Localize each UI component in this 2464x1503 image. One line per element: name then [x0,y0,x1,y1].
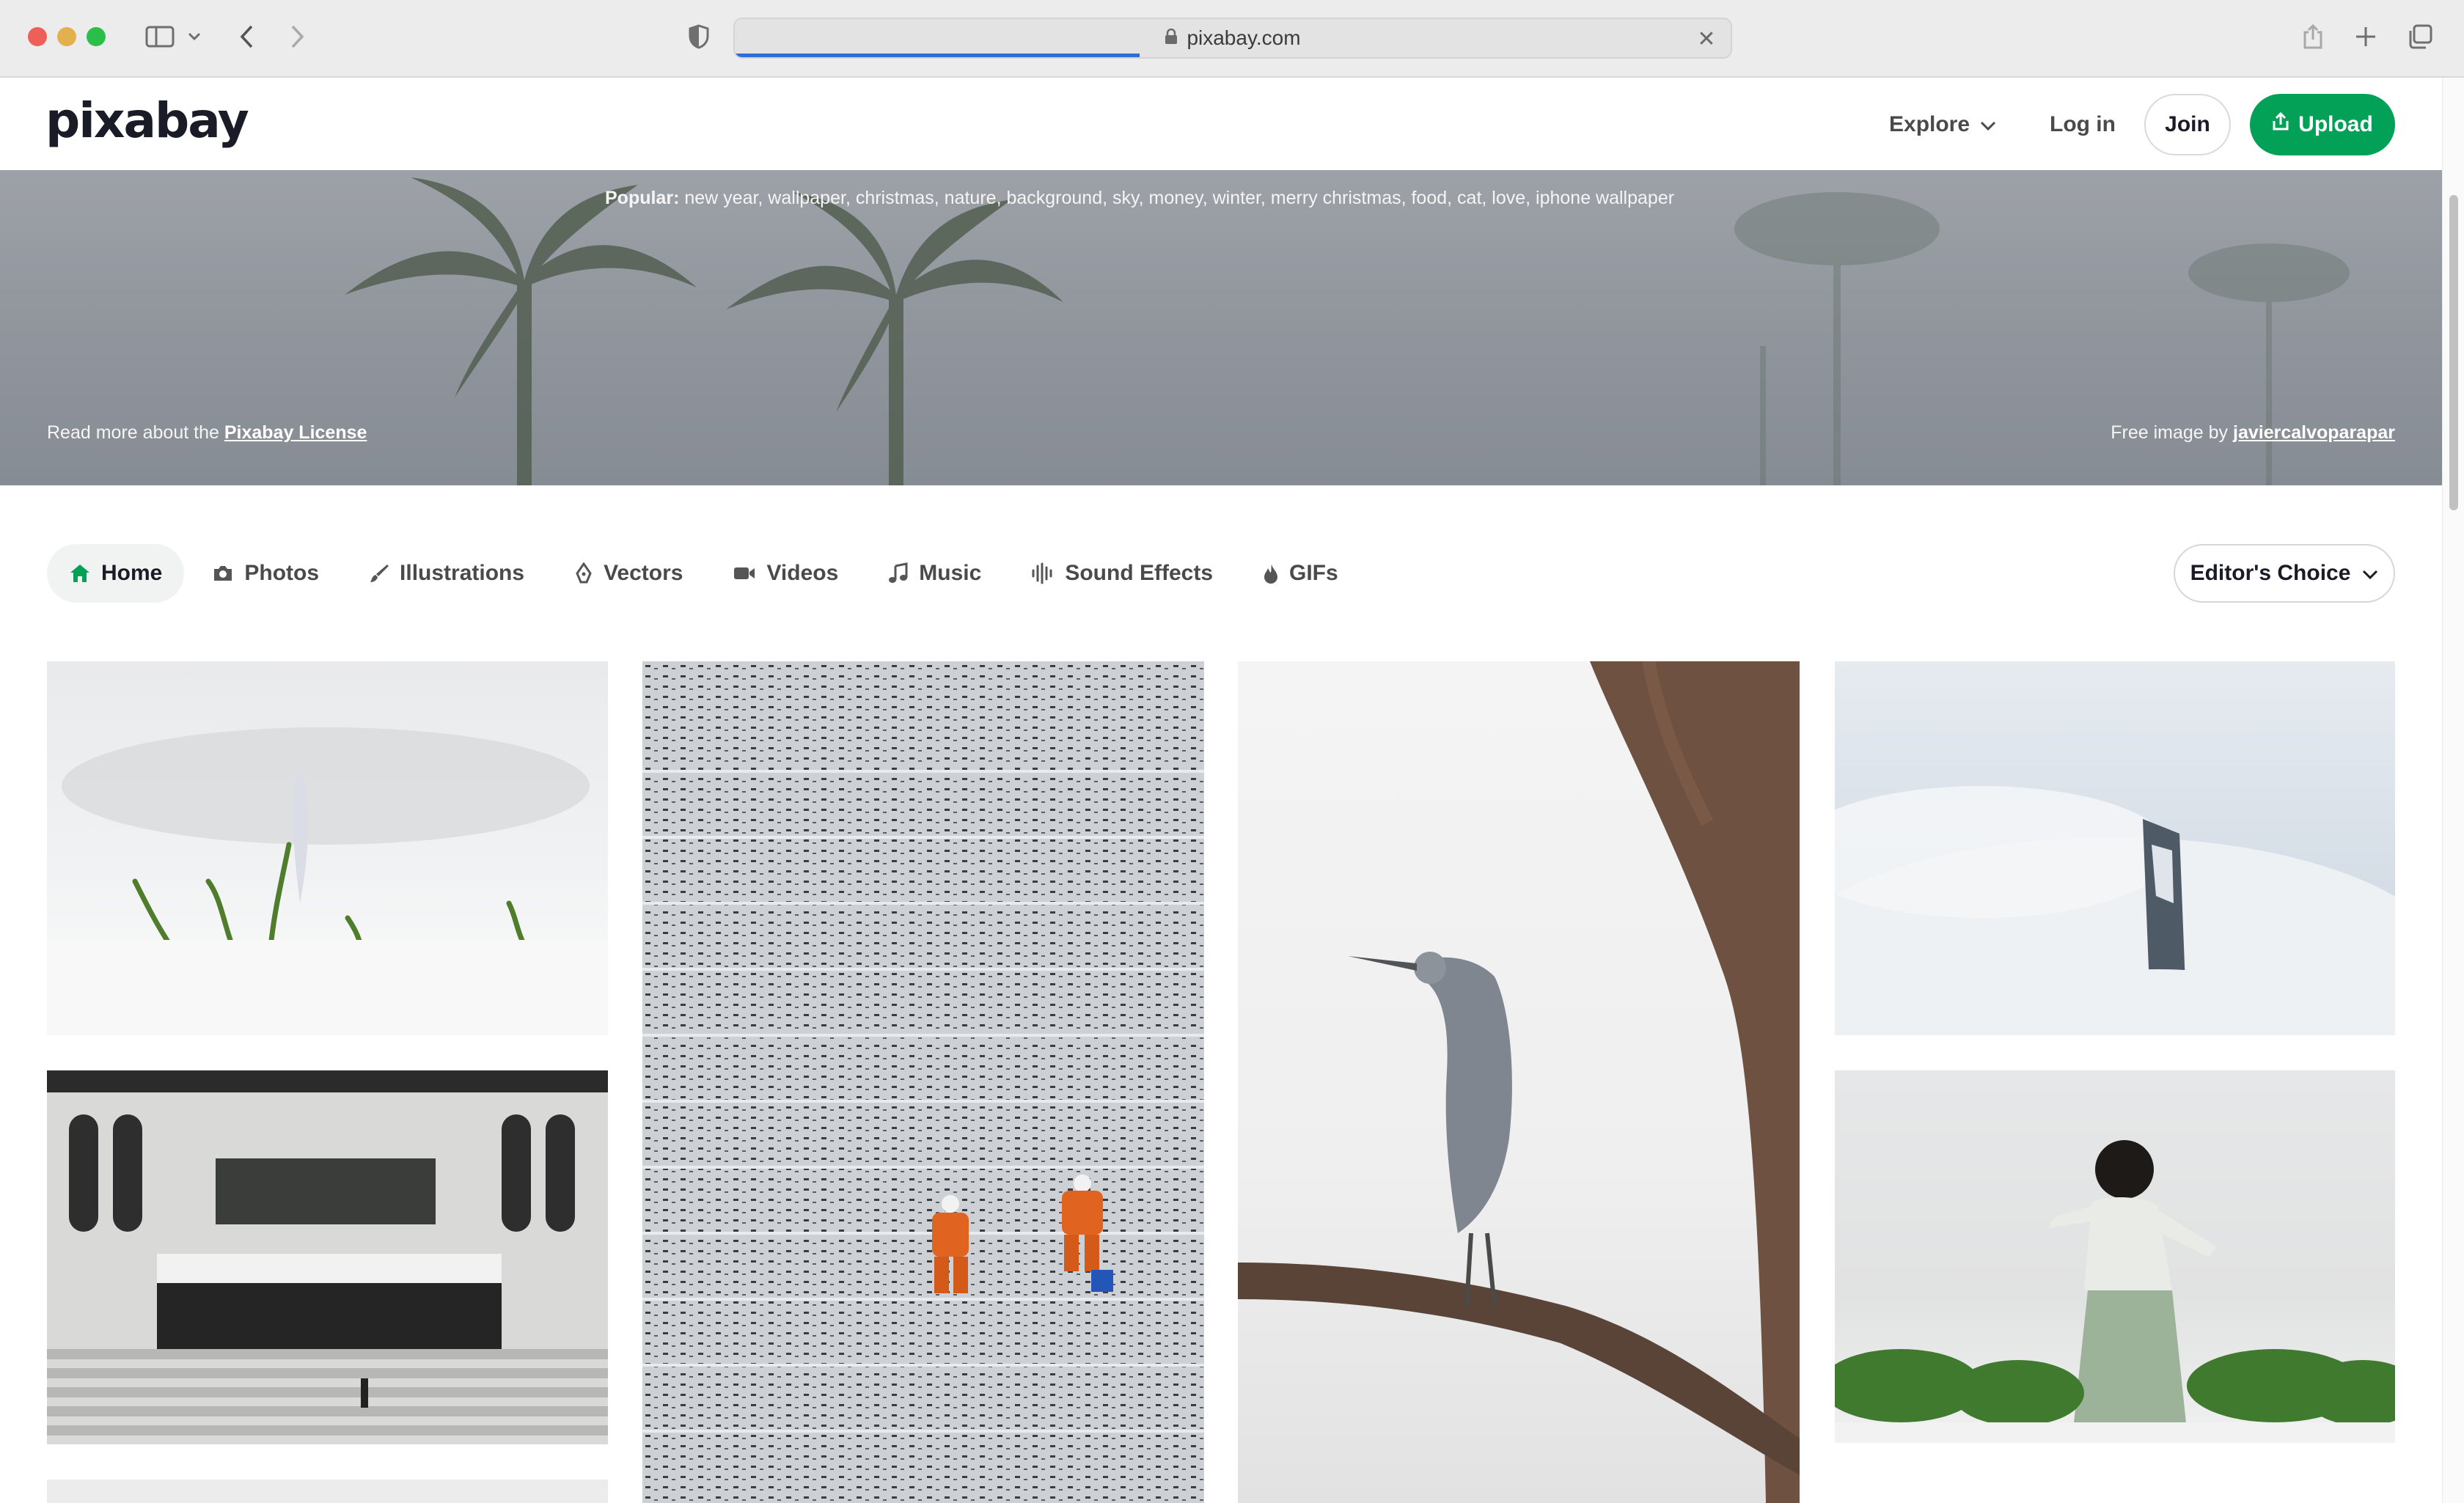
facade-photo [642,661,1204,1503]
credit-author-link[interactable]: javiercalvoparapar [2233,422,2395,443]
popular-searches: Popular: new year, wallpaper, christmas,… [605,188,1674,209]
child-photo [1835,1140,2395,1443]
tab-vectors-label: Vectors [604,561,683,585]
page-scrollbar[interactable] [2442,78,2464,1503]
video-camera-icon [733,565,756,581]
upload-label: Upload [2298,112,2373,136]
tab-photos-label: Photos [244,561,320,585]
upload-icon [2272,111,2289,137]
pen-nib-icon [574,562,593,584]
music-note-icon [888,562,909,584]
tab-photos[interactable]: Photos [190,544,341,603]
tab-home[interactable]: Home [47,544,185,603]
heron-photo [1238,661,1800,1503]
chevron-down-icon [1980,112,1996,137]
page-load-progress [735,54,1140,57]
maximize-window-button[interactable] [87,27,106,46]
share-icon[interactable] [2298,19,2328,54]
crocus-photo [47,727,608,1035]
image-window-cleaners-facade[interactable] [642,661,1204,1503]
image-modernist-building[interactable] [47,1070,608,1444]
tab-videos[interactable]: Videos [711,544,860,603]
lock-icon [1165,26,1178,50]
join-button[interactable]: Join [2144,94,2231,155]
upload-button[interactable]: Upload [2250,94,2395,155]
stop-loading-icon[interactable]: ✕ [1694,26,1719,51]
editors-choice-dropdown[interactable]: Editor's Choice [2174,544,2395,603]
site-header: pixabay Explore Log in Join Upload [0,78,2442,170]
media-type-tabs: Home Photos Illustrations Vectors Videos… [47,544,1360,603]
camera-icon [212,564,234,583]
popular-label: Popular: [605,188,680,208]
image-partial-next-row[interactable] [47,1480,608,1503]
close-window-button[interactable] [28,27,47,46]
image-child-playing[interactable] [1835,1070,2395,1443]
hero-banner: Popular: new year, wallpaper, christmas,… [0,170,2442,485]
tab-videos-label: Videos [766,561,839,585]
tab-sound-effects-label: Sound Effects [1065,561,1214,585]
image-crocus-in-snow[interactable] [47,661,608,1035]
popular-terms[interactable]: new year, wallpaper, christmas, nature, … [684,188,1674,208]
home-icon [69,563,91,584]
tab-illustrations[interactable]: Illustrations [347,544,546,603]
new-tab-icon[interactable] [2351,19,2380,54]
image-heron-on-branch[interactable] [1238,661,1800,1503]
tab-gifs-label: GIFs [1289,561,1338,585]
clouds-tower-photo [1835,786,2395,1035]
image-credit: Free image by javiercalvoparapar [2111,422,2395,444]
url-text: pixabay.com [1187,26,1301,49]
login-link[interactable]: Log in [2050,104,2116,145]
minimize-window-button[interactable] [57,27,76,46]
tab-illustrations-label: Illustrations [400,561,525,585]
license-note: Read more about the Pixabay License [47,422,367,444]
tab-home-label: Home [101,561,163,585]
scrollbar-thumb[interactable] [2449,195,2458,510]
tab-vectors[interactable]: Vectors [552,544,705,603]
tab-sound-effects[interactable]: Sound Effects [1009,544,1235,603]
pixabay-logo[interactable]: pixabay [45,92,249,149]
tab-music-label: Music [919,561,982,585]
building-photo [47,1070,608,1444]
sidebar-toggle-icon[interactable] [139,19,180,54]
address-bar[interactable]: pixabay.com ✕ [733,18,1732,59]
tab-music[interactable]: Music [866,544,1003,603]
back-arrow-icon[interactable] [232,19,261,54]
forward-arrow-icon[interactable] [283,19,312,54]
license-link[interactable]: Pixabay License [224,422,367,443]
tab-gifs[interactable]: GIFs [1241,544,1360,603]
chevron-down-icon [2362,561,2378,586]
flame-icon [1263,563,1279,584]
editors-choice-label: Editor's Choice [2190,561,2351,585]
image-tower-above-clouds[interactable] [1835,661,2395,1035]
browser-toolbar: pixabay.com ✕ [0,0,2464,78]
license-prefix: Read more about the [47,422,219,443]
explore-label: Explore [1889,112,1970,136]
tab-overview-icon[interactable] [2405,19,2435,54]
waveform-icon [1031,562,1055,584]
credit-prefix: Free image by [2111,422,2229,443]
privacy-shield-icon[interactable] [683,19,714,54]
explore-menu[interactable]: Explore [1889,104,1996,145]
chevron-down-icon[interactable] [183,19,205,54]
brush-icon [369,563,389,584]
